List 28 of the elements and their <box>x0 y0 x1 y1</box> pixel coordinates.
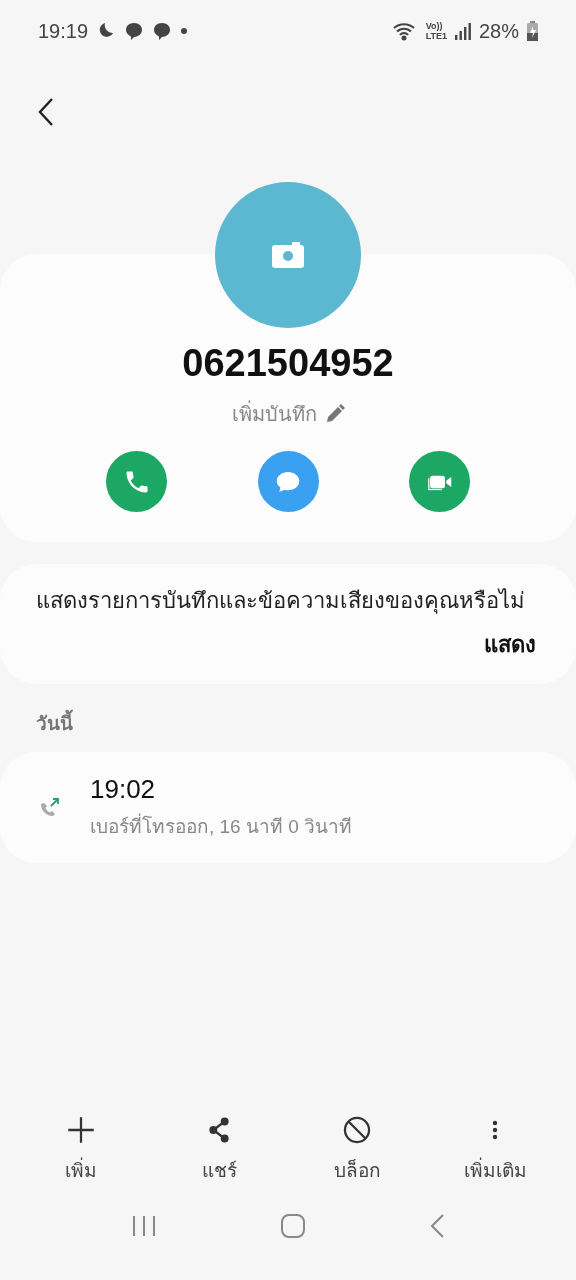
dot-icon <box>180 27 189 35</box>
back-button[interactable] <box>36 96 56 128</box>
status-time: 19:19 <box>38 19 89 43</box>
call-time: 19:02 <box>90 774 157 805</box>
call-button[interactable] <box>106 451 167 512</box>
pencil-icon <box>324 404 345 424</box>
signal-icon <box>454 22 471 40</box>
toolbar-button[interactable]: เพิ่ม <box>26 1112 136 1186</box>
volte-indicator: Vo)) LTE1 <box>425 21 447 41</box>
camera-icon <box>272 242 304 268</box>
prompt-text: แสดงรายการบันทึกและข้อความเสียงของคุณหรือไม่ <box>36 587 526 616</box>
chat-bubble-icon <box>152 21 173 41</box>
toolbar-button[interactable]: เพิ่มเติม <box>440 1112 550 1186</box>
call-log-entry[interactable]: 19:02 เบอร์ที่โทรออก, 16 นาที 0 วินาที <box>0 752 576 863</box>
video-call-button[interactable] <box>409 451 470 512</box>
show-button[interactable]: แสดง <box>484 627 536 662</box>
call-detail: เบอร์ที่โทรออก, 16 นาที 0 วินาที <box>90 811 353 841</box>
message-button[interactable] <box>257 451 319 512</box>
back-nav-button[interactable] <box>428 1213 445 1239</box>
chat-bubble-icon <box>124 21 145 41</box>
phone-number: 0621504952 <box>182 342 394 385</box>
battery-charging-icon <box>527 21 538 41</box>
battery-percentage: 28% <box>478 19 519 43</box>
home-button[interactable] <box>280 1213 306 1239</box>
recent-apps-button[interactable] <box>131 1214 158 1238</box>
toolbar-button[interactable]: บล็อก <box>302 1112 412 1186</box>
toolbar-button[interactable]: แชร์ <box>164 1112 274 1186</box>
section-heading: วันนี้ <box>0 706 576 752</box>
